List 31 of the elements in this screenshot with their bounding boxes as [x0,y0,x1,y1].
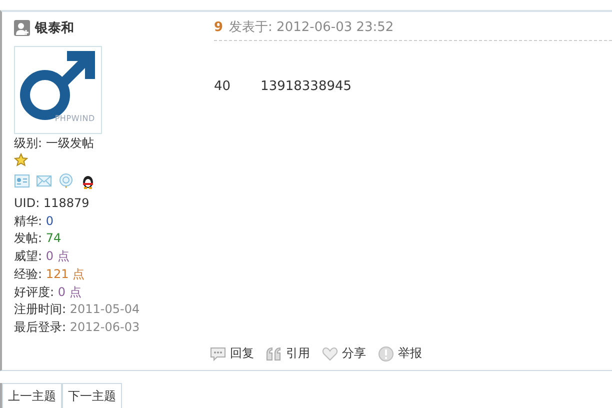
post-action-link[interactable]: 引用 [266,345,310,362]
user-stat: UID: 118879 [14,195,90,212]
user-stat: 精华: 0 [14,212,55,230]
user-stat: 注册时间: 2011-05-04 [14,301,141,318]
penguin-icon[interactable] [80,173,96,189]
user-stat: 威望: 0 点 [14,248,70,266]
post-text: 13918338945 [260,79,352,94]
star-icon [14,153,28,167]
chat-bubble-icon[interactable] [58,173,74,189]
heart-icon [322,346,338,360]
user-stat: 好评度: 0 点 [14,284,82,301]
user-level: 级别: 一级发帖 [14,135,95,152]
post-time: 发表于: 2012-06-03 23:52 [229,19,394,36]
post-action-link[interactable]: 举报 [378,345,422,362]
exclamation-icon [378,346,394,362]
topic-nav-link[interactable]: 上一主题 [2,383,62,408]
quote-icon [266,346,282,360]
avatar-watermark: PHPWIND [54,114,95,123]
envelope-icon[interactable] [36,173,52,189]
floor-number: 9 [214,20,224,34]
profile-card-icon[interactable] [14,173,30,189]
topic-nav-link[interactable]: 下一主题 [62,383,122,408]
post-text: 40 [214,79,231,94]
username[interactable]: 银泰和 [35,19,74,37]
user-stat: 经验: 121 点 [14,266,86,283]
post-action-link[interactable]: 分享 [322,345,366,362]
post-action-link[interactable]: 回复 [210,345,254,362]
user-stat: 发帖: 74 [14,230,62,248]
user-stat: 最后登录: 2012-06-03 [14,318,141,336]
user-add-icon [14,20,30,36]
speech-bubble-icon [210,346,226,360]
